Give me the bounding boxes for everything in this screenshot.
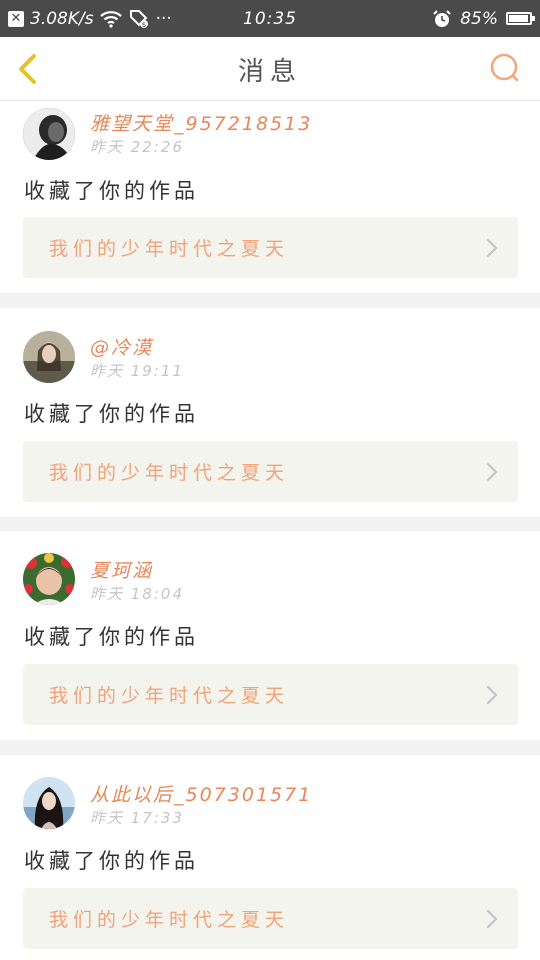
app-header: 消息 bbox=[0, 37, 540, 101]
chevron-left-icon bbox=[19, 54, 36, 84]
work-title: 我们的少年时代之夏天 bbox=[49, 909, 290, 931]
back-button[interactable] bbox=[10, 49, 50, 89]
avatar-image bbox=[23, 777, 75, 829]
action-text: 收藏了你的作品 bbox=[24, 402, 199, 426]
timestamp: 昨天 19:11 bbox=[90, 362, 184, 380]
timestamp: 昨天 18:04 bbox=[90, 585, 184, 603]
chevron-right-icon bbox=[486, 685, 498, 705]
page-title: 消息 bbox=[237, 56, 302, 87]
message-card: 雅望天堂_957218513 昨天 22:26 收藏了你的作品 我们的少年时代之… bbox=[0, 101, 540, 293]
avatar[interactable] bbox=[23, 108, 75, 160]
username[interactable]: 从此以后_507301571 bbox=[90, 780, 312, 807]
avatar[interactable] bbox=[23, 553, 75, 605]
avatar[interactable] bbox=[23, 777, 75, 829]
message-card: 夏珂涵 昨天 18:04 收藏了你的作品 我们的少年时代之夏天 bbox=[0, 531, 540, 740]
alarm-icon bbox=[433, 9, 451, 27]
message-card: @冷漠 昨天 19:11 收藏了你的作品 我们的少年时代之夏天 bbox=[0, 308, 540, 517]
battery-percent: 85% bbox=[460, 8, 498, 29]
work-title: 我们的少年时代之夏天 bbox=[49, 685, 290, 707]
action-text: 收藏了你的作品 bbox=[24, 849, 199, 873]
timestamp: 昨天 22:26 bbox=[90, 138, 184, 156]
status-bar: ✕ 3.08K/s $ ··· 10:35 85% bbox=[0, 0, 540, 37]
avatar-image bbox=[23, 108, 75, 160]
search-button[interactable] bbox=[488, 51, 522, 85]
status-bar-right: 85% bbox=[432, 0, 535, 37]
avatar[interactable] bbox=[23, 331, 75, 383]
username[interactable]: 夏珂涵 bbox=[90, 556, 153, 583]
avatar-image bbox=[23, 553, 75, 605]
work-title: 我们的少年时代之夏天 bbox=[49, 238, 290, 260]
battery-level bbox=[509, 15, 528, 22]
chevron-right-icon bbox=[486, 238, 498, 258]
chevron-right-icon bbox=[486, 909, 498, 929]
battery-icon bbox=[506, 12, 535, 25]
work-title: 我们的少年时代之夏天 bbox=[49, 462, 290, 484]
action-text: 收藏了你的作品 bbox=[24, 625, 199, 649]
work-link[interactable]: 我们的少年时代之夏天 bbox=[23, 217, 518, 278]
username[interactable]: @冷漠 bbox=[90, 333, 153, 360]
action-text: 收藏了你的作品 bbox=[24, 179, 199, 203]
avatar-image bbox=[23, 331, 75, 383]
work-link[interactable]: 我们的少年时代之夏天 bbox=[23, 664, 518, 725]
message-card: 从此以后_507301571 昨天 17:33 收藏了你的作品 我们的少年时代之… bbox=[0, 755, 540, 960]
chevron-right-icon bbox=[486, 462, 498, 482]
timestamp: 昨天 17:33 bbox=[90, 809, 184, 827]
search-icon bbox=[490, 53, 519, 82]
username[interactable]: 雅望天堂_957218513 bbox=[90, 109, 312, 136]
work-link[interactable]: 我们的少年时代之夏天 bbox=[23, 888, 518, 949]
work-link[interactable]: 我们的少年时代之夏天 bbox=[23, 441, 518, 502]
